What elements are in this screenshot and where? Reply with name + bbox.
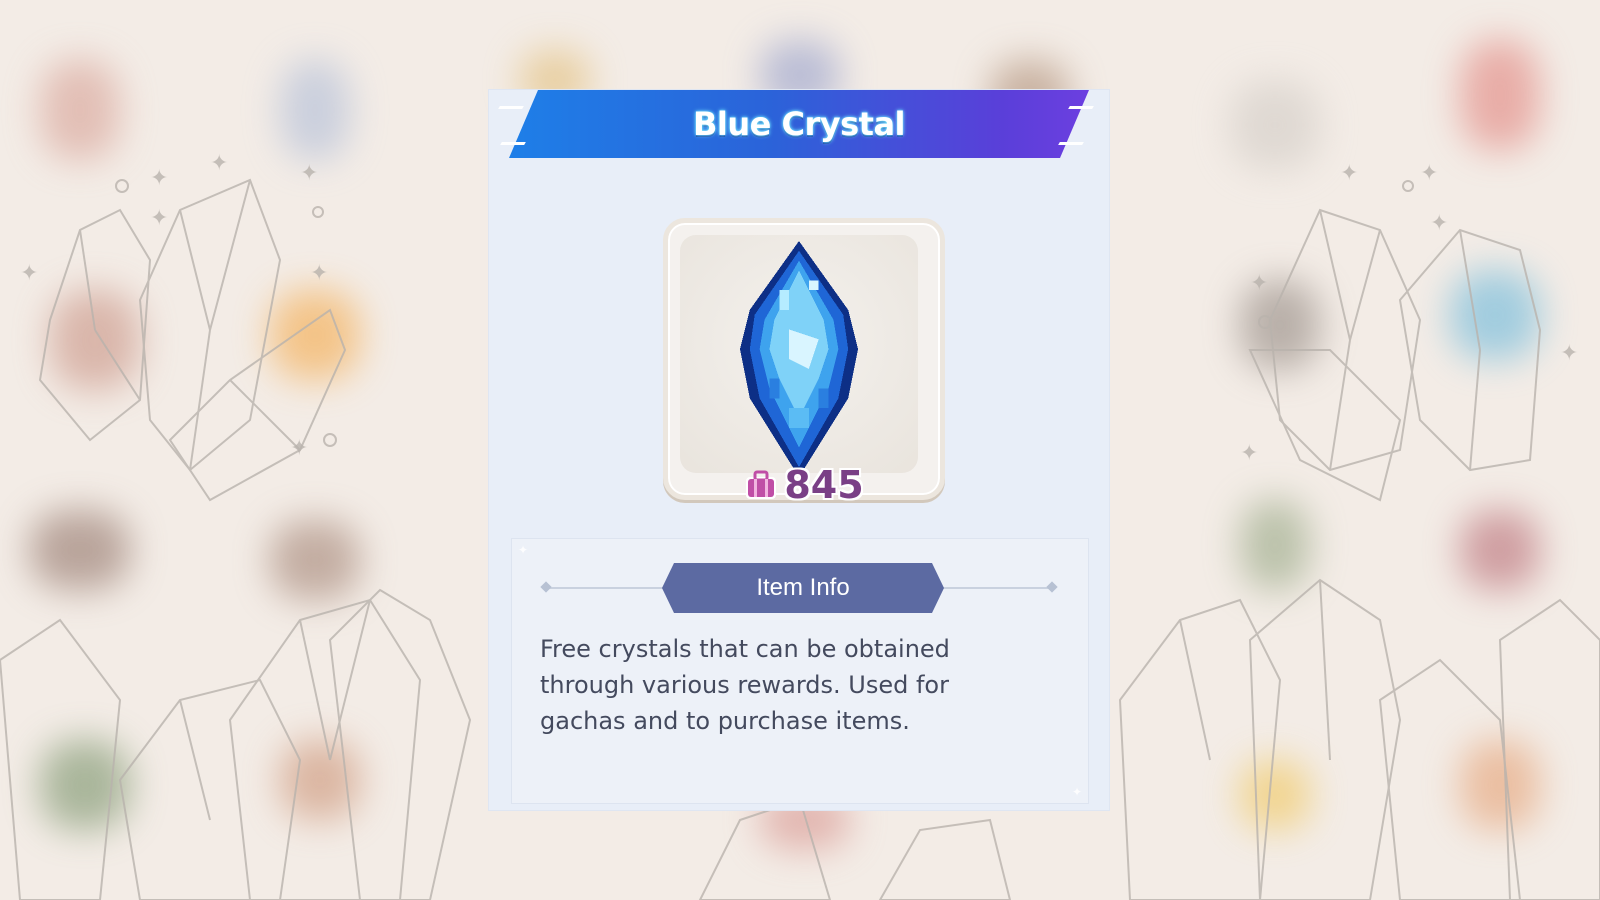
sparkle-icon: ✦ [1071,785,1082,799]
divider-right [940,587,1052,589]
svg-text:✦: ✦ [150,206,168,231]
owned-quantity: 845 [668,463,940,507]
item-title: Blue Crystal [692,105,906,143]
svg-text:✦: ✦ [1420,161,1438,186]
svg-text:✦: ✦ [300,161,318,186]
item-icon-background [680,235,918,477]
title-banner: Blue Crystal [509,90,1089,158]
banner-tick-right-top [1068,106,1094,109]
svg-text:✦: ✦ [150,166,168,191]
divider-left [546,587,666,589]
svg-text:✦: ✦ [1240,441,1258,466]
quantity-value: 845 [784,463,864,507]
svg-text:✦: ✦ [1560,341,1578,366]
sparkle-icon: ✦ [518,543,529,557]
svg-text:✦: ✦ [1250,271,1268,296]
bag-icon [746,470,777,499]
tab-item-info-label: Item Info [756,574,850,601]
svg-text:✦: ✦ [310,261,328,286]
banner-tick-left-bottom [500,142,526,145]
svg-text:✦: ✦ [1340,161,1358,186]
banner-tick-right-bottom [1058,142,1084,145]
divider-dot-left [540,581,552,593]
svg-text:✦: ✦ [20,261,38,286]
item-description: Free crystals that can be obtained throu… [540,635,950,735]
item-detail-card: Blue Crystal 845 ✦ ✦ Item Info Free crys… [489,90,1109,810]
svg-text:✦: ✦ [290,436,308,461]
tab-item-info[interactable]: Item Info [662,563,944,613]
svg-text:✦: ✦ [210,151,228,176]
svg-text:✦: ✦ [1430,211,1448,236]
item-icon-frame: 845 [663,218,945,507]
item-info-panel: ✦ ✦ Item Info Free crystals that can be … [511,538,1089,804]
divider-dot-right [1046,581,1058,593]
banner-tick-left-top [498,106,524,109]
blue-crystal-icon [740,241,858,477]
